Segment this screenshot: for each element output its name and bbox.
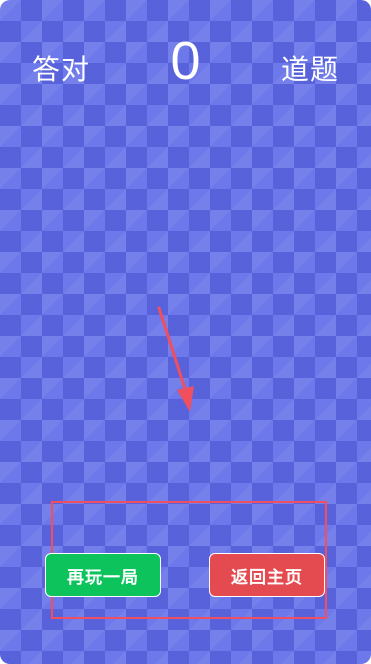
score-suffix-label: 道题	[280, 53, 339, 86]
arrow-down-icon	[157, 306, 194, 412]
score-bar: 答对 0 道题	[0, 34, 371, 98]
return-home-button[interactable]: 返回主页	[209, 553, 325, 597]
game-result-screen: 答对 0 道题 再玩一局 返回主页	[0, 0, 371, 664]
play-again-button[interactable]: 再玩一局	[45, 553, 161, 597]
